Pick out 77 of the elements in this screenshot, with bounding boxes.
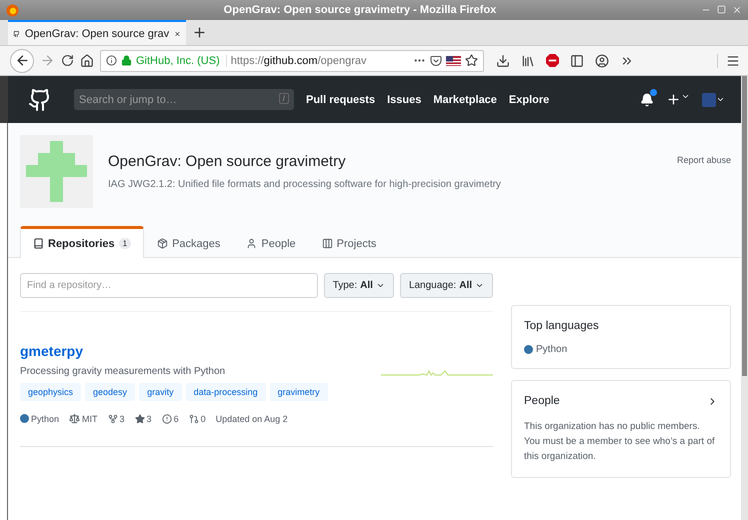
avatar-menu-button[interactable] bbox=[702, 92, 725, 106]
flag-icon[interactable] bbox=[446, 56, 461, 66]
browser-tab[interactable]: OpenGrav: Open source grav bbox=[8, 20, 186, 45]
issue-icon bbox=[162, 414, 172, 424]
reload-button[interactable] bbox=[61, 54, 74, 67]
bookmark-star-icon[interactable] bbox=[465, 54, 478, 67]
book-icon bbox=[33, 238, 44, 249]
browser-logo-icon bbox=[6, 4, 19, 16]
board-icon bbox=[322, 238, 333, 249]
people-note: This organization has no public members. You must be a member to see who’s a part of this organization. bbox=[524, 420, 716, 464]
card-title: People bbox=[524, 395, 560, 407]
caret-icon bbox=[475, 281, 484, 290]
package-icon bbox=[157, 238, 168, 249]
card-title: Top languages bbox=[524, 320, 600, 332]
menu-button[interactable] bbox=[717, 54, 740, 68]
nav-link[interactable]: Marketplace bbox=[433, 94, 497, 106]
repo-link[interactable]: gmeterpy bbox=[20, 343, 84, 359]
bell-icon bbox=[640, 92, 654, 106]
caret-icon bbox=[716, 95, 725, 104]
sidebar-button[interactable] bbox=[570, 54, 584, 68]
library-button[interactable] bbox=[521, 54, 535, 68]
type-dropdown[interactable]: Type: All bbox=[324, 273, 394, 298]
home-button[interactable] bbox=[80, 54, 94, 68]
language-label: Python bbox=[31, 414, 60, 424]
back-button[interactable] bbox=[10, 48, 34, 72]
license-label: MIT bbox=[82, 414, 98, 424]
nav-link[interactable]: Issues bbox=[387, 94, 422, 106]
repository-search-field[interactable]: Find a repository… bbox=[20, 273, 318, 298]
lock-icon bbox=[121, 55, 132, 66]
plus-icon bbox=[192, 25, 206, 40]
shortcut-key: / bbox=[278, 93, 289, 104]
fork-icon bbox=[108, 414, 118, 424]
url-text: https://github.com/opengrav bbox=[230, 54, 368, 66]
plus-icon bbox=[666, 92, 681, 107]
star-icon bbox=[134, 414, 145, 424]
caret-icon bbox=[376, 281, 385, 290]
info-icon bbox=[106, 55, 117, 66]
topic-tag[interactable]: geophysics bbox=[20, 383, 82, 401]
menu-icon bbox=[726, 54, 740, 68]
updated-text: Updated on Aug 2 bbox=[216, 414, 288, 424]
language-dropdown[interactable]: Language: All bbox=[400, 273, 493, 298]
account-button[interactable] bbox=[595, 54, 609, 68]
window-title: OpenGrav: Open source gravimetry - Mozilla Firefox bbox=[222, 4, 498, 16]
topic-tag[interactable]: gravity bbox=[139, 383, 182, 401]
nav-link[interactable]: Explore bbox=[508, 94, 550, 106]
org-description: IAG JWG2.1.2: Unified file formats and processing software for high-precision gravimetry bbox=[108, 179, 502, 190]
topic-tag[interactable]: geodesy bbox=[85, 383, 136, 401]
create-menu-button[interactable] bbox=[666, 92, 690, 107]
org-tab[interactable]: Projects bbox=[308, 226, 390, 258]
org-tab[interactable]: People bbox=[233, 226, 309, 258]
topic-tag[interactable]: gravimetry bbox=[270, 383, 328, 401]
topic-tag[interactable]: data-processing bbox=[186, 383, 266, 401]
maximize-icon[interactable] bbox=[717, 5, 726, 14]
download-button[interactable] bbox=[496, 54, 510, 68]
caret-icon bbox=[681, 92, 690, 101]
scale-icon bbox=[69, 413, 80, 424]
logo-icon[interactable] bbox=[28, 88, 52, 112]
stop-sign-icon[interactable] bbox=[546, 54, 559, 67]
fork-count[interactable]: 3 bbox=[120, 414, 125, 424]
org-tab[interactable]: Packages bbox=[144, 226, 234, 258]
nav-link[interactable]: Pull requests bbox=[306, 94, 376, 106]
close-icon[interactable] bbox=[732, 5, 742, 15]
star-count[interactable]: 3 bbox=[146, 414, 152, 424]
pocket-icon[interactable] bbox=[430, 54, 442, 66]
language-label: Python bbox=[536, 344, 568, 355]
person-icon bbox=[246, 238, 258, 249]
pull-request-count[interactable]: 0 bbox=[200, 414, 206, 424]
address-field[interactable]: GitHub, Inc. (US) https://github.com/opengrav bbox=[100, 50, 484, 72]
pull-request-icon bbox=[188, 414, 199, 424]
identicon-icon bbox=[20, 135, 93, 208]
scrollbar-thumb[interactable] bbox=[742, 76, 747, 376]
issue-count[interactable]: 6 bbox=[174, 414, 179, 424]
org-name: OpenGrav: Open source gravimetry bbox=[108, 153, 347, 170]
org-tab[interactable]: Repositories 1 bbox=[20, 226, 144, 258]
report-abuse-link[interactable]: Report abuse bbox=[676, 155, 731, 165]
repo-description: Processing gravity measurements with Python bbox=[20, 366, 226, 377]
site-identity: GitHub, Inc. (US) bbox=[136, 54, 227, 66]
